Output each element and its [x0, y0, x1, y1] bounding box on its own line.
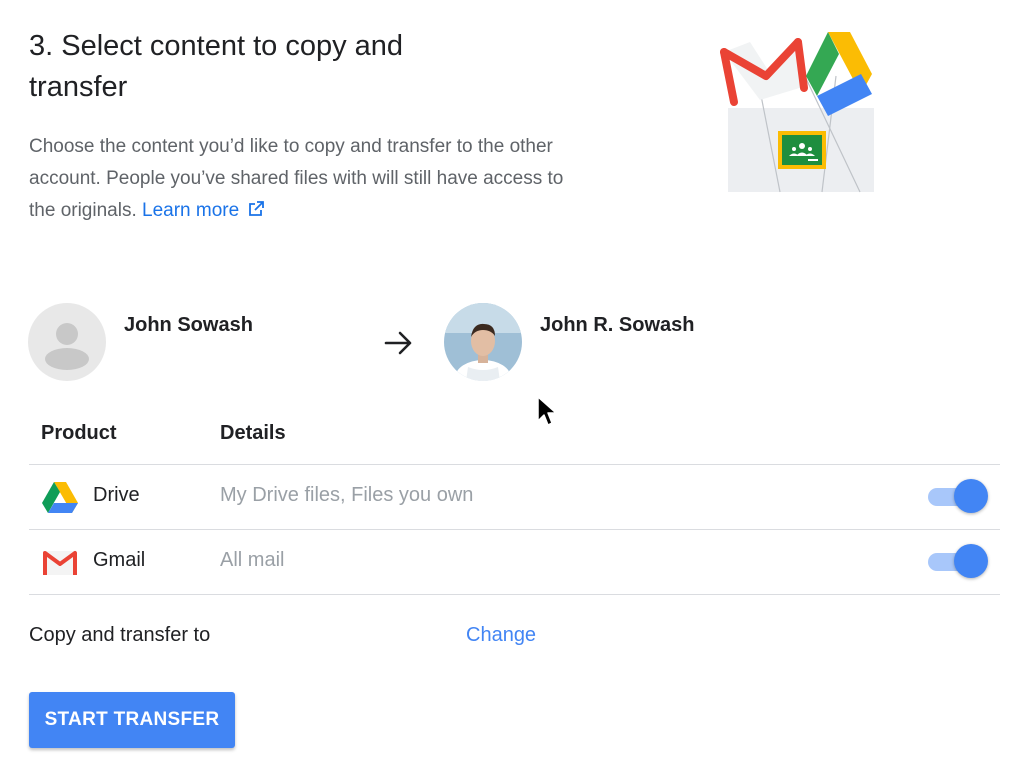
gmail-logo-icon [720, 38, 808, 106]
product-name: Drive [93, 484, 140, 506]
google-drive-icon [41, 481, 79, 519]
column-header-product: Product [41, 422, 117, 444]
learn-more-link[interactable]: Learn more [142, 200, 265, 221]
mouse-cursor-icon [536, 395, 558, 434]
gmail-icon [41, 546, 79, 584]
toggle-knob [954, 479, 988, 513]
change-link[interactable]: Change [466, 624, 536, 647]
start-transfer-button[interactable]: START TRANSFER [29, 692, 235, 748]
page-title: 3. Select content to copy and transfer [29, 30, 404, 103]
profile-photo [444, 303, 522, 381]
product-details: All mail [220, 549, 285, 571]
column-header-details: Details [220, 422, 286, 444]
external-link-icon [247, 197, 265, 229]
product-name: Gmail [93, 549, 146, 571]
description-text: Choose the content you’d like to copy an… [29, 136, 564, 221]
hero-illustration [716, 30, 880, 194]
table-row-drive: Drive My Drive files, Files you own [29, 465, 1000, 529]
arrow-right-icon [383, 328, 415, 363]
drive-logo-icon [806, 32, 872, 116]
source-account-name: John Sowash [124, 314, 253, 336]
product-details: My Drive files, Files you own [220, 484, 474, 506]
step-description: Choose the content you’d like to copy an… [29, 131, 569, 229]
table-divider [29, 594, 1000, 595]
copy-transfer-label: Copy and transfer to [29, 624, 211, 646]
toggle-knob [954, 544, 988, 578]
table-row-gmail: Gmail All mail [29, 530, 1000, 594]
gmail-toggle[interactable] [928, 544, 990, 580]
classroom-icon [778, 131, 826, 169]
default-avatar-icon [28, 303, 106, 381]
destination-account-name: John R. Sowash [540, 314, 695, 336]
drive-toggle[interactable] [928, 479, 990, 515]
learn-more-label: Learn more [142, 200, 240, 221]
